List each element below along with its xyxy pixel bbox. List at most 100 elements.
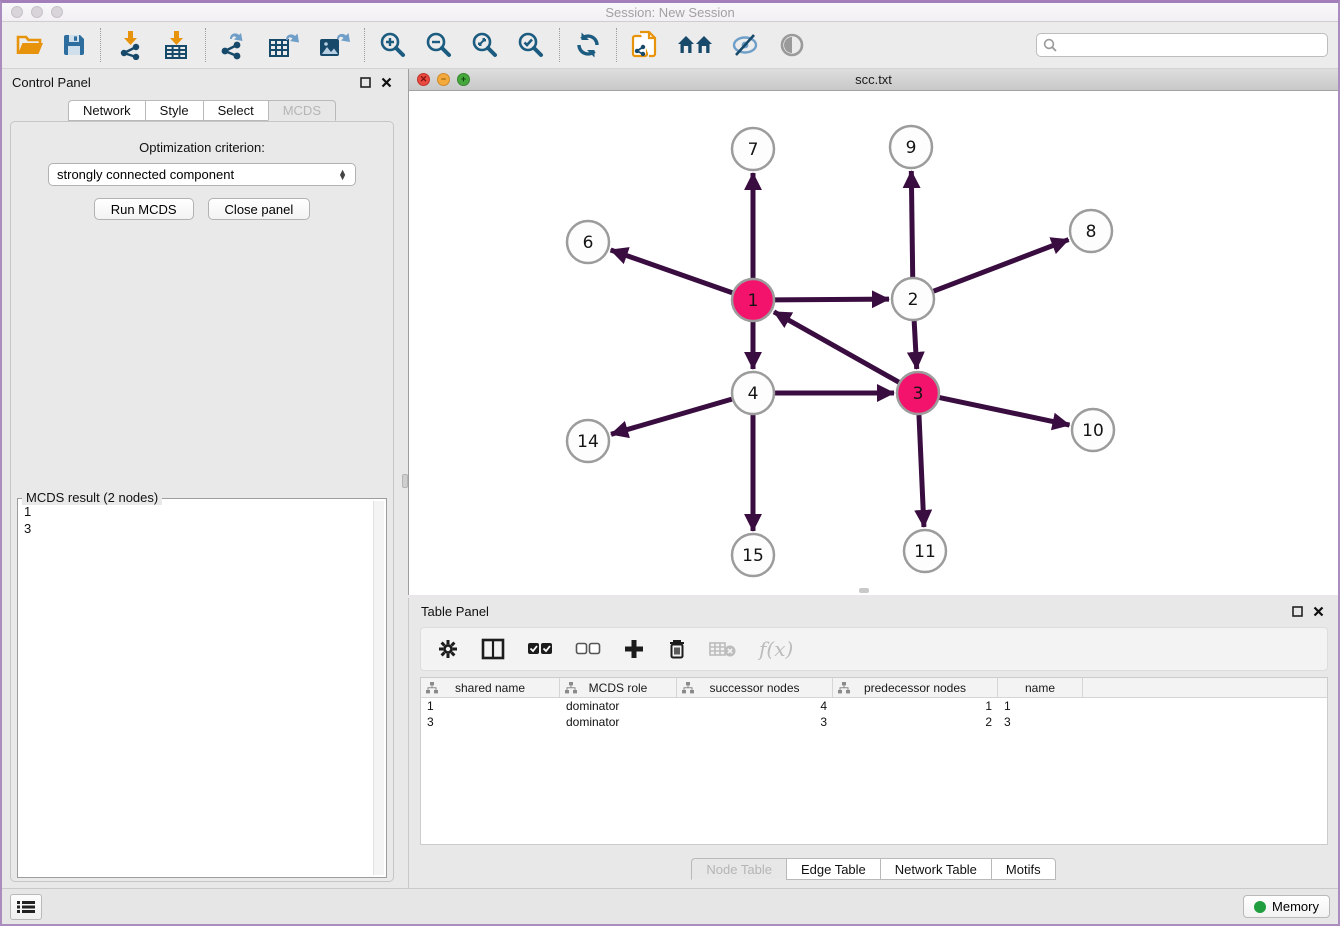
dropdown-value: strongly connected component [57,167,234,182]
tab-select[interactable]: Select [203,100,268,121]
node-table[interactable]: shared name MCDS role successor nodes pr… [420,677,1328,845]
duplicate-network-icon[interactable] [631,30,659,60]
column-label: name [1025,681,1055,695]
float-panel-icon[interactable] [360,77,371,88]
svg-text:7: 7 [748,140,759,160]
select-all-icon[interactable] [527,642,553,656]
open-session-icon[interactable] [16,33,44,57]
save-session-icon[interactable] [62,33,86,57]
search-field[interactable] [1036,33,1328,57]
hide-graphics-details-icon[interactable] [731,32,761,58]
memory-button[interactable]: Memory [1243,895,1330,918]
result-scrollbar[interactable] [373,501,384,875]
search-icon [1043,38,1057,52]
graph-node-10[interactable]: 10 [1072,409,1114,451]
network-canvas[interactable]: 7 9 6 8 1 2 4 3 14 10 15 11 [409,91,1338,594]
graph-node-14[interactable]: 14 [567,420,609,462]
memory-status-icon [1254,901,1266,913]
mcds-panel: Optimization criterion: strongly connect… [10,121,394,882]
hierarchy-icon [565,682,577,694]
export-image-icon[interactable] [318,30,350,60]
zoom-out-icon[interactable] [425,31,453,59]
show-graphics-details-icon[interactable] [779,32,805,58]
minimize-network-icon[interactable]: − [437,73,450,86]
add-column-icon[interactable] [623,638,645,660]
table-header: shared name MCDS role successor nodes pr… [421,678,1327,698]
canvas-hscroll-thumb[interactable] [859,588,869,593]
tab-network[interactable]: Network [68,100,145,121]
tab-motifs[interactable]: Motifs [991,858,1056,880]
apply-function-icon[interactable]: f(x) [759,637,793,661]
tab-mcds[interactable]: MCDS [268,100,336,121]
zoom-in-icon[interactable] [379,31,407,59]
table-row[interactable]: 1 dominator 4 1 1 [421,698,1327,714]
import-table-icon[interactable] [163,30,191,60]
column-label: shared name [455,681,525,695]
import-network-icon[interactable] [115,30,145,60]
close-panel-icon[interactable] [381,77,392,88]
close-network-icon[interactable]: ✕ [417,73,430,86]
column-header-predecessor-nodes[interactable]: predecessor nodes [833,678,998,697]
delete-table-icon[interactable] [709,640,737,658]
table-mode-gear-icon[interactable] [437,638,459,660]
zoom-selected-icon[interactable] [517,31,545,59]
home-icon[interactable] [677,32,713,58]
window-title: Session: New Session [2,5,1338,20]
mcds-result-list[interactable]: 1 3 [20,501,372,875]
search-input[interactable] [1062,38,1321,52]
refresh-icon[interactable] [574,31,602,59]
delete-column-icon[interactable] [667,638,687,660]
graph-node-3[interactable]: 3 [897,372,939,414]
svg-text:2: 2 [908,290,919,310]
graph-node-9[interactable]: 9 [890,126,932,168]
list-icon [17,900,35,914]
task-history-button[interactable] [10,894,42,920]
graph-node-11[interactable]: 11 [904,530,946,572]
app-window: Session: New Session [0,0,1340,926]
cell-mcds-role: dominator [560,715,677,729]
svg-text:11: 11 [914,542,936,562]
cell-successor-nodes: 3 [677,715,833,729]
graph-node-8[interactable]: 8 [1070,210,1112,252]
maximize-network-icon[interactable]: + [457,73,470,86]
svg-text:9: 9 [906,138,917,158]
zoom-fit-icon[interactable] [471,31,499,59]
column-header-mcds-role[interactable]: MCDS role [560,678,677,697]
graph-node-4[interactable]: 4 [732,372,774,414]
network-graph[interactable]: 7 9 6 8 1 2 4 3 14 10 15 11 [409,91,1340,594]
main-toolbar [2,22,1338,69]
graph-node-7[interactable]: 7 [732,128,774,170]
graph-node-1[interactable]: 1 [732,279,774,321]
svg-text:10: 10 [1082,421,1104,441]
float-table-panel-icon[interactable] [1292,606,1303,617]
mcds-result-line: 3 [24,520,368,537]
network-window-titlebar: scc.txt ✕ − + [409,69,1338,91]
optimization-criterion-label: Optimization criterion: [11,140,393,155]
svg-text:8: 8 [1086,222,1097,242]
network-window-title: scc.txt [409,72,1338,87]
run-mcds-button[interactable]: Run MCDS [94,198,194,220]
deselect-all-icon[interactable] [575,642,601,656]
table-toolbar: f(x) [420,627,1328,671]
close-panel-button[interactable]: Close panel [208,198,311,220]
os-titlebar: Session: New Session [2,3,1338,22]
column-header-name[interactable]: name [998,678,1083,697]
tab-edge-table[interactable]: Edge Table [786,858,880,880]
column-header-successor-nodes[interactable]: successor nodes [677,678,833,697]
graph-node-15[interactable]: 15 [732,534,774,576]
graph-node-2[interactable]: 2 [892,278,934,320]
graph-node-6[interactable]: 6 [567,221,609,263]
column-label: successor nodes [709,681,799,695]
export-table-icon[interactable] [268,30,300,60]
column-header-shared-name[interactable]: shared name [421,678,560,697]
close-table-panel-icon[interactable] [1313,606,1324,617]
optimization-criterion-select[interactable]: strongly connected component ▲▼ [48,163,356,186]
control-panel-tabs: Network Style Select MCDS [2,100,402,121]
tab-network-table[interactable]: Network Table [880,858,991,880]
show-columns-icon[interactable] [481,638,505,660]
export-network-icon[interactable] [220,30,250,60]
mcds-result-line: 1 [24,503,368,520]
tab-style[interactable]: Style [145,100,203,121]
table-row[interactable]: 3 dominator 3 2 3 [421,714,1327,730]
tab-node-table[interactable]: Node Table [691,858,786,880]
